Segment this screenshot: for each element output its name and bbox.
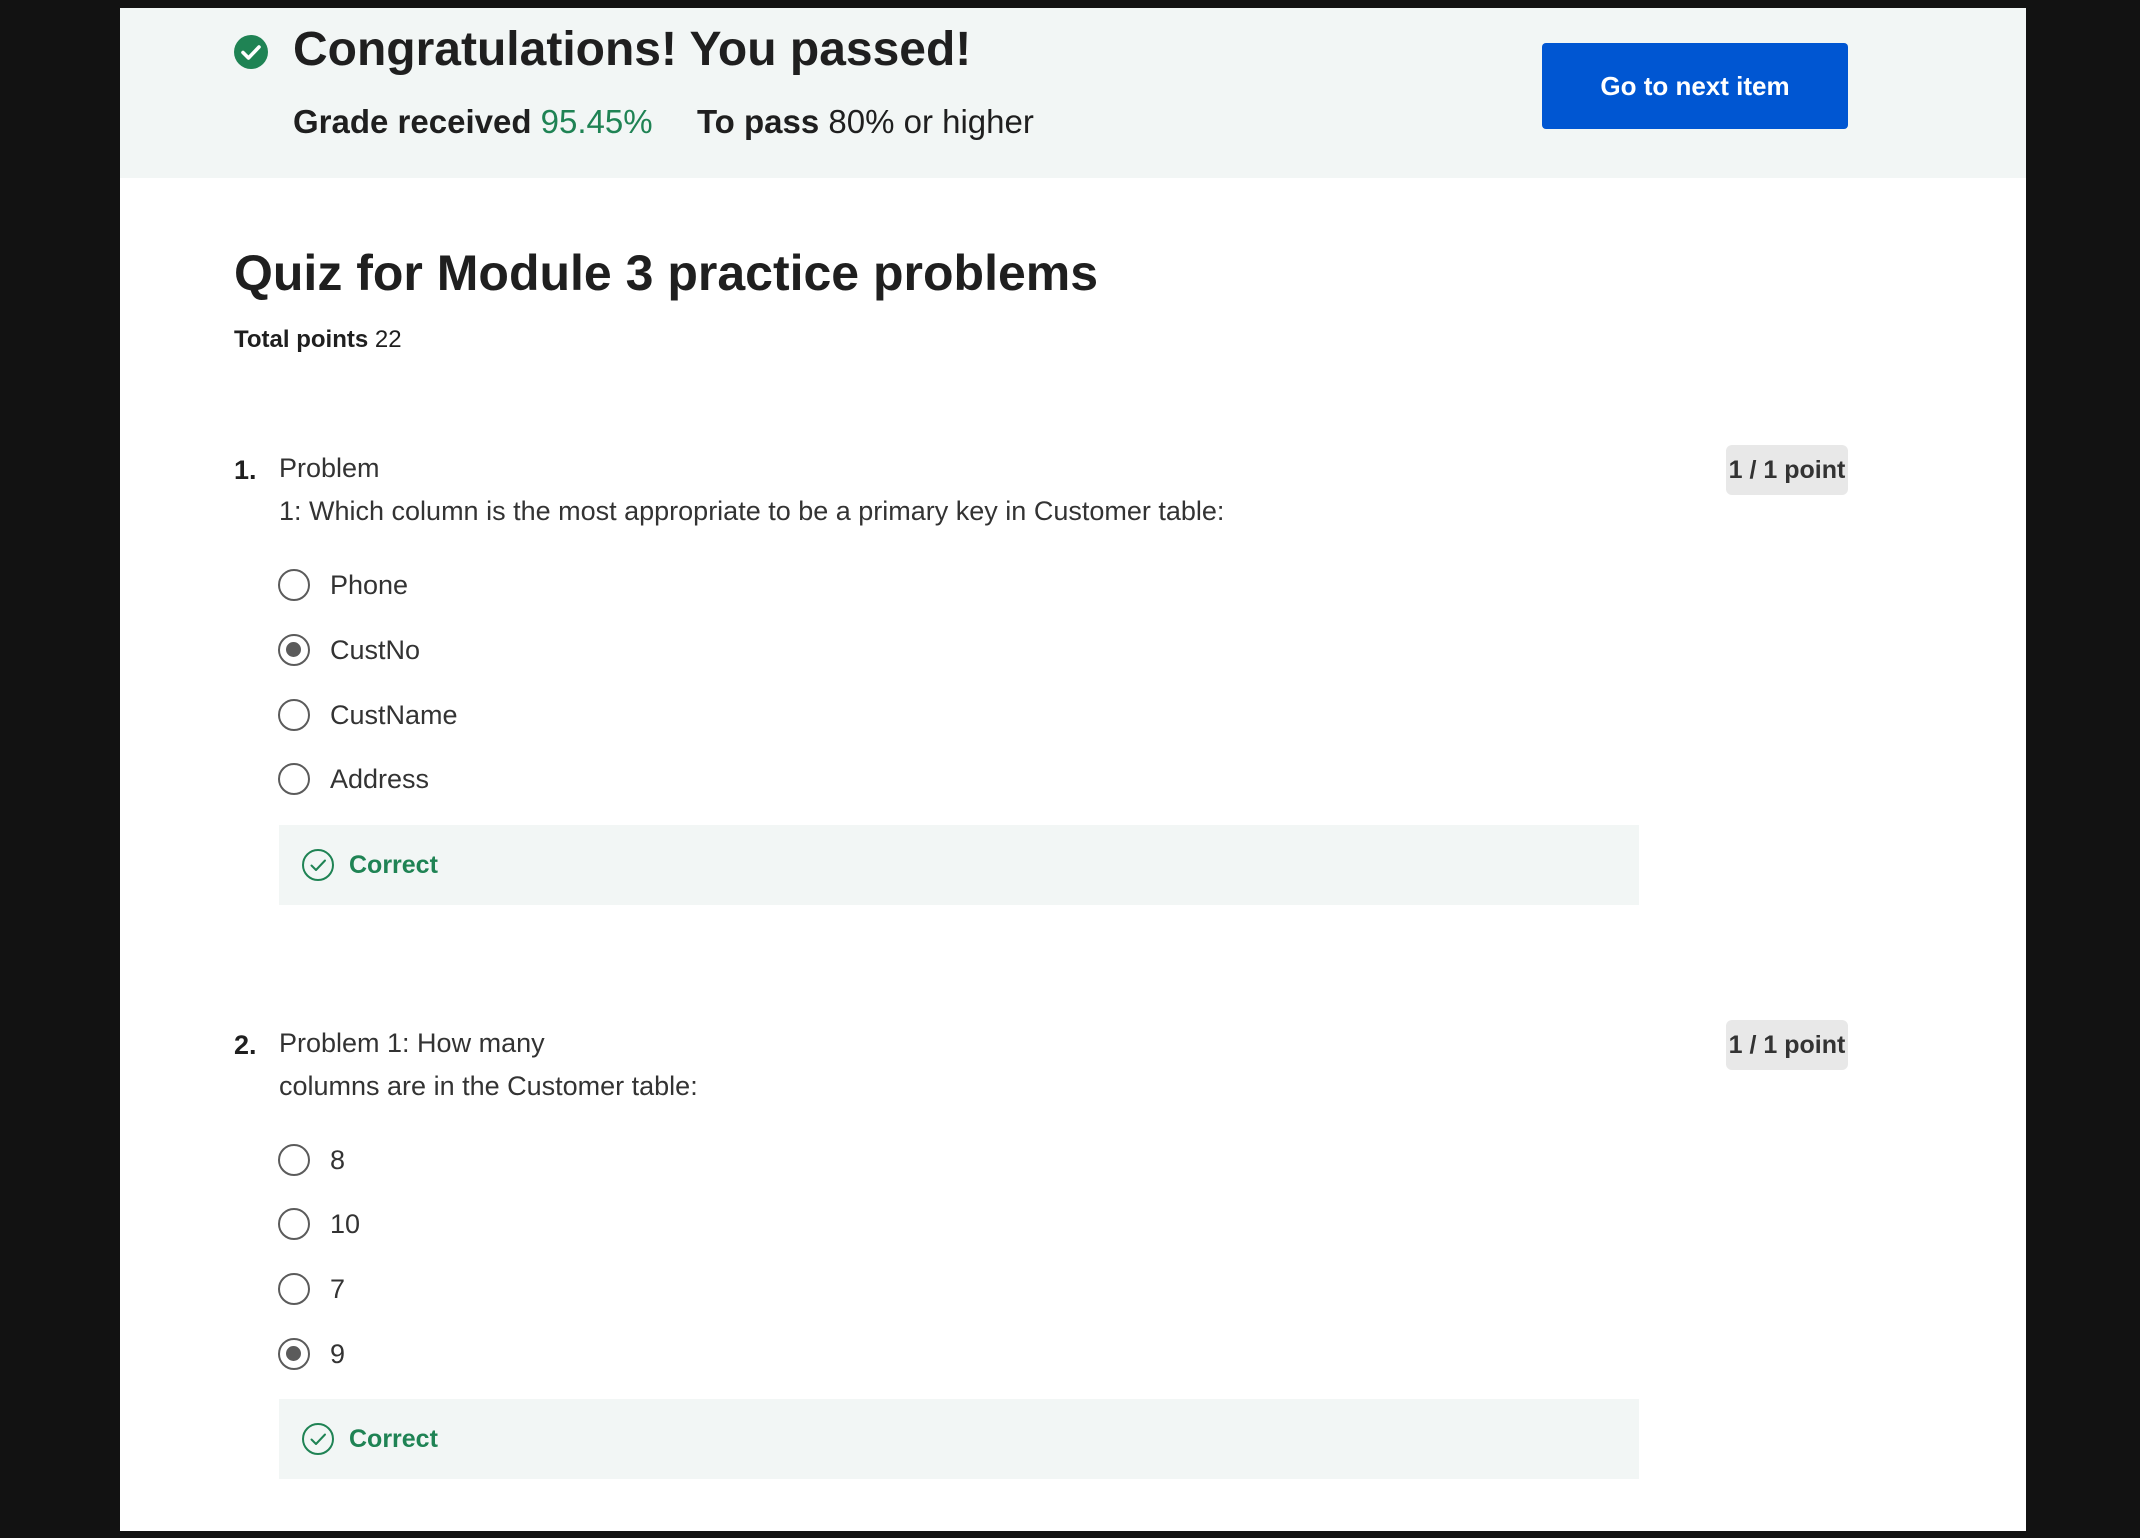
radio-button[interactable] <box>278 569 310 601</box>
result-title: Congratulations! You passed! <box>293 23 972 76</box>
go-to-next-item-button[interactable]: Go to next item <box>1542 43 1848 129</box>
total-points-value: 22 <box>374 326 402 353</box>
grade-value: 95.45% <box>540 103 653 140</box>
option-label: 8 <box>330 1144 346 1175</box>
option-label: CustName <box>330 699 458 730</box>
option-label: 10 <box>330 1208 361 1239</box>
question-text-line: 1: Which column is the most appropriate … <box>279 496 1225 526</box>
feedback-box: Correct <box>279 1399 1639 1479</box>
page-title: Quiz for Module 3 practice problems <box>234 245 1099 301</box>
answer-option[interactable]: 9 <box>278 1334 345 1374</box>
total-points: Total points 22 <box>234 326 402 354</box>
answer-option[interactable]: 8 <box>278 1140 345 1180</box>
question-number: 1. <box>234 455 257 485</box>
quiz-results-page: Congratulations! You passed! Grade recei… <box>120 8 2026 1531</box>
answer-option[interactable]: Address <box>278 759 429 799</box>
option-label: Phone <box>330 569 409 600</box>
check-circle-outline-icon <box>302 1423 334 1455</box>
answer-option[interactable]: Phone <box>278 565 408 605</box>
radio-button[interactable] <box>278 699 310 731</box>
check-circle-icon <box>234 35 268 69</box>
grade-label: Grade received <box>293 103 532 140</box>
radio-button[interactable] <box>278 763 310 795</box>
points-badge: 1 / 1 point <box>1726 445 1848 495</box>
check-circle-outline-icon <box>302 849 334 881</box>
grade-summary: Grade received 95.45% To pass 80% or hig… <box>293 103 1034 141</box>
question-text-line: columns are in the Customer table: <box>279 1071 698 1101</box>
question-text-line: Problem <box>279 453 380 483</box>
points-badge: 1 / 1 point <box>1726 1020 1848 1070</box>
result-banner: Congratulations! You passed! Grade recei… <box>120 8 2026 178</box>
option-label: CustNo <box>330 634 421 665</box>
option-label: 9 <box>330 1338 346 1369</box>
feedback-box: Correct <box>279 825 1639 905</box>
option-label: Address <box>330 763 430 794</box>
option-label: 7 <box>330 1273 346 1304</box>
radio-button-selected[interactable] <box>278 634 310 666</box>
question-number: 2. <box>234 1030 257 1060</box>
feedback-label: Correct <box>349 850 438 879</box>
pass-value: 80% or higher <box>828 103 1034 140</box>
answer-option[interactable]: CustNo <box>278 630 420 670</box>
radio-button[interactable] <box>278 1144 310 1176</box>
radio-button[interactable] <box>278 1273 310 1305</box>
answer-option[interactable]: 10 <box>278 1204 360 1244</box>
question-text: Problem 1: Which column is the most appr… <box>279 447 1224 533</box>
pass-label: To pass <box>696 103 820 140</box>
question-text-line: Problem 1: How many <box>279 1028 545 1058</box>
radio-button-selected[interactable] <box>278 1338 310 1370</box>
question-text: Problem 1: How many columns are in the C… <box>279 1022 698 1108</box>
feedback-label: Correct <box>349 1424 438 1453</box>
answer-option[interactable]: CustName <box>278 695 458 735</box>
total-points-label: Total points <box>234 326 369 353</box>
radio-button[interactable] <box>278 1208 310 1240</box>
answer-option[interactable]: 7 <box>278 1269 345 1309</box>
